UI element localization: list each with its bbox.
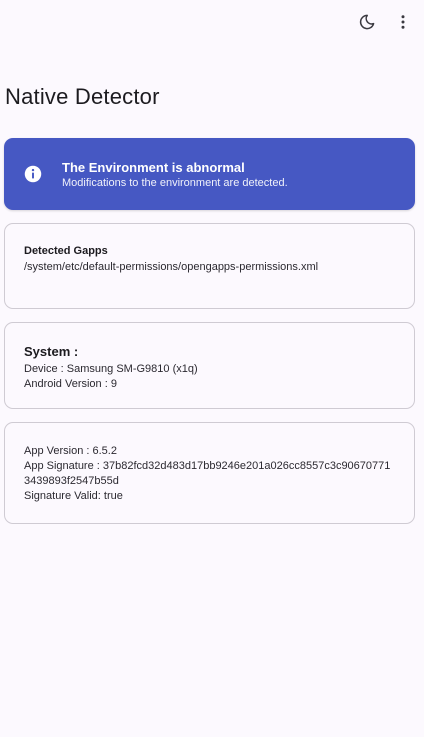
system-info-card: System : Device : Samsung SM-G9810 (x1q)… [4, 322, 415, 409]
detected-gapps-card: Detected Gapps /system/etc/default-permi… [4, 223, 415, 309]
theme-toggle-button[interactable] [356, 11, 378, 33]
gapps-path: /system/etc/default-permissions/opengapp… [24, 261, 319, 273]
system-title: System : [24, 344, 79, 359]
app-screen: Native Detector The Environment is abnor… [0, 0, 424, 737]
device-info: Device : Samsung SM-G9810 (x1q) [24, 363, 198, 375]
banner-subtitle: Modifications to the environment are det… [62, 176, 288, 189]
more-vert-icon [401, 15, 405, 29]
signature-valid: Signature Valid: true [24, 490, 123, 502]
environment-status-banner: The Environment is abnormal Modification… [4, 138, 415, 210]
app-info-card: App Version : 6.5.2 App Signature : 37b8… [4, 422, 415, 524]
android-version: Android Version : 9 [24, 378, 117, 390]
moon-icon [359, 14, 375, 30]
info-icon [24, 165, 42, 183]
banner-title: The Environment is abnormal [62, 159, 245, 175]
app-version: App Version : 6.5.2 [24, 445, 117, 457]
app-signature: App Signature : 37b82fcd32d483d17bb9246e… [24, 460, 391, 487]
top-app-bar [356, 0, 424, 44]
banner-text: The Environment is abnormal Modification… [62, 160, 288, 189]
overflow-menu-button[interactable] [392, 11, 414, 33]
page-title: Native Detector [5, 84, 160, 109]
gapps-title: Detected Gapps [24, 245, 108, 257]
